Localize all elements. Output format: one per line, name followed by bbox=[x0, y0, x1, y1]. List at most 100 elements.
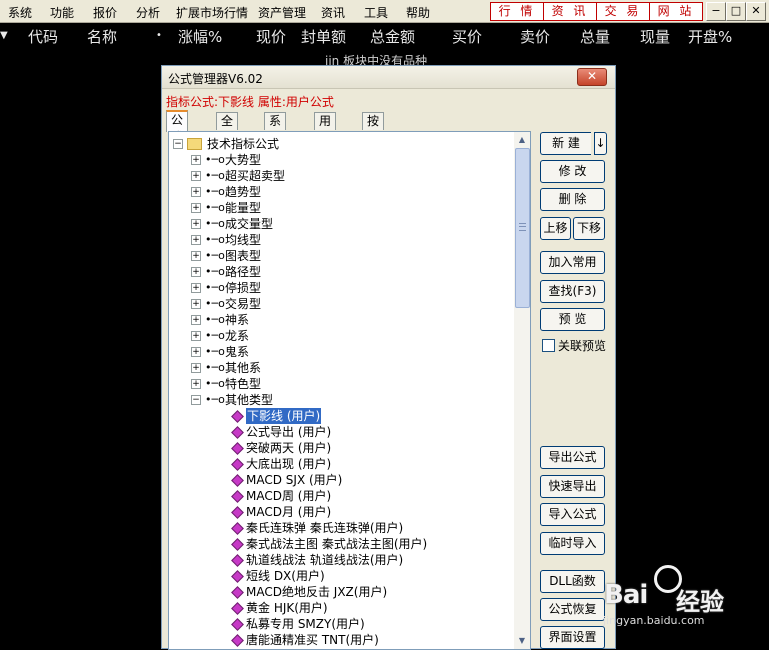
tab-system[interactable]: 系统 bbox=[264, 112, 287, 145]
expand-icon[interactable]: + bbox=[191, 315, 201, 325]
col-volume[interactable]: 总量 bbox=[580, 26, 610, 47]
new-button[interactable]: 新 建 bbox=[540, 132, 591, 155]
expand-icon[interactable]: + bbox=[191, 331, 201, 341]
col-name[interactable]: 名称 bbox=[87, 26, 117, 47]
tree-formula-item[interactable]: 下影线 (用户) bbox=[169, 408, 509, 424]
modify-button[interactable]: 修 改 bbox=[540, 160, 605, 183]
tree-group-item[interactable]: + •─o 龙系 bbox=[169, 328, 509, 344]
tree-group-item[interactable]: + •─o 成交量型 bbox=[169, 216, 509, 232]
expand-icon[interactable]: + bbox=[191, 155, 201, 165]
tree-group-item[interactable]: + •─o 大势型 bbox=[169, 152, 509, 168]
collapse-icon[interactable]: − bbox=[173, 139, 183, 149]
temp-import-button[interactable]: 临时导入 bbox=[540, 532, 605, 555]
link-quotes[interactable]: 行 情 bbox=[490, 2, 544, 21]
move-down-button[interactable]: 下移 bbox=[573, 217, 605, 240]
tree-formula-item[interactable]: MACD月 (用户) bbox=[169, 504, 509, 520]
tree-group-item[interactable]: + •─o 神系 bbox=[169, 312, 509, 328]
col-ask[interactable]: 卖价 bbox=[520, 26, 550, 47]
menu-extended-market[interactable]: 扩展市场行情 bbox=[176, 4, 248, 21]
add-common-button[interactable]: 加入常用 bbox=[540, 251, 605, 274]
tree-scrollbar[interactable]: ▲ ▼ bbox=[514, 132, 530, 649]
tree-group-item[interactable]: + •─o 路径型 bbox=[169, 264, 509, 280]
tab-all[interactable]: 全部 bbox=[216, 112, 239, 145]
menu-news[interactable]: 资讯 bbox=[321, 4, 345, 21]
scroll-up-icon[interactable]: ▲ bbox=[514, 132, 530, 148]
close-window-icon[interactable]: ✕ bbox=[746, 2, 766, 21]
col-price[interactable]: 现价 bbox=[256, 26, 286, 47]
col-open[interactable]: 开盘% bbox=[688, 26, 732, 47]
tree-formula-item[interactable]: MACD周 (用户) bbox=[169, 488, 509, 504]
col-curvol[interactable]: 现量 bbox=[640, 26, 670, 47]
tab-formula-group[interactable]: 公式组 bbox=[166, 110, 189, 161]
tree-formula-item[interactable]: MACD SJX (用户) bbox=[169, 472, 509, 488]
col-code[interactable]: 代码 bbox=[28, 26, 58, 47]
tree-group-item[interactable]: + •─o 停损型 bbox=[169, 280, 509, 296]
menu-system[interactable]: 系统 bbox=[8, 4, 32, 21]
expand-icon[interactable]: + bbox=[191, 219, 201, 229]
scroll-thumb[interactable] bbox=[515, 148, 530, 308]
move-up-button[interactable]: 上移 bbox=[540, 217, 571, 240]
expand-icon[interactable]: + bbox=[191, 251, 201, 261]
link-preview-checkbox[interactable] bbox=[542, 339, 555, 352]
minimize-icon[interactable]: − bbox=[706, 2, 726, 21]
col-amount[interactable]: 总金额 bbox=[370, 26, 415, 47]
tree-formula-item[interactable]: 秦式战法主图 秦式战法主图(用户) bbox=[169, 536, 509, 552]
tree-group-item[interactable]: + •─o 能量型 bbox=[169, 200, 509, 216]
close-icon[interactable]: ✕ bbox=[577, 68, 607, 86]
link-trade[interactable]: 交 易 bbox=[596, 2, 650, 21]
tree-root[interactable]: − 技术指标公式 bbox=[169, 136, 509, 152]
expand-icon[interactable]: + bbox=[191, 283, 201, 293]
delete-button[interactable]: 删 除 bbox=[540, 188, 605, 211]
menu-help[interactable]: 帮助 bbox=[406, 4, 430, 21]
menu-assets[interactable]: 资产管理 bbox=[258, 4, 306, 21]
tree-group-item[interactable]: − •─o 其他类型 bbox=[169, 392, 509, 408]
formula-tree[interactable]: − 技术指标公式 + •─o 大势型 + •─o 超买超卖型 + •─o 趋势型 + •─o 能量型 + •─… bbox=[168, 131, 531, 650]
dll-function-button[interactable]: DLL函数 bbox=[540, 570, 605, 593]
col-change[interactable]: 涨幅% bbox=[178, 26, 222, 47]
ui-settings-button[interactable]: 界面设置 bbox=[540, 626, 605, 649]
menu-analysis[interactable]: 分析 bbox=[136, 4, 160, 21]
collapse-icon[interactable]: − bbox=[191, 395, 201, 405]
tree-group-item[interactable]: + •─o 其他系 bbox=[169, 360, 509, 376]
expand-icon[interactable]: + bbox=[191, 187, 201, 197]
expand-icon[interactable]: + bbox=[191, 267, 201, 277]
expand-icon[interactable]: + bbox=[191, 347, 201, 357]
preview-button[interactable]: 预 览 bbox=[540, 308, 605, 331]
expand-icon[interactable]: + bbox=[191, 379, 201, 389]
expand-icon[interactable]: + bbox=[191, 171, 201, 181]
expand-icon[interactable]: + bbox=[191, 203, 201, 213]
find-button[interactable]: 查找(F3) bbox=[540, 280, 605, 303]
tree-group-item[interactable]: + •─o 鬼系 bbox=[169, 344, 509, 360]
tree-formula-item[interactable]: 唐能通精准买 TNT(用户) bbox=[169, 632, 509, 648]
quick-export-button[interactable]: 快速导出 bbox=[540, 475, 605, 498]
tree-group-item[interactable]: + •─o 趋势型 bbox=[169, 184, 509, 200]
menu-function[interactable]: 功能 bbox=[50, 4, 74, 21]
tree-formula-item[interactable]: 大底出现 (用户) bbox=[169, 456, 509, 472]
tree-formula-item[interactable]: 公式导出 (用户) bbox=[169, 424, 509, 440]
export-formula-button[interactable]: 导出公式 bbox=[540, 446, 605, 469]
tree-group-item[interactable]: + •─o 超买超卖型 bbox=[169, 168, 509, 184]
tree-group-item[interactable]: + •─o 均线型 bbox=[169, 232, 509, 248]
import-formula-button[interactable]: 导入公式 bbox=[540, 503, 605, 526]
tree-group-item[interactable]: + •─o 图表型 bbox=[169, 248, 509, 264]
restore-formula-button[interactable]: 公式恢复 bbox=[540, 598, 605, 621]
dialog-titlebar[interactable]: 公式管理器V6.02 ✕ bbox=[162, 66, 615, 89]
col-bid[interactable]: 买价 bbox=[452, 26, 482, 47]
tree-formula-item[interactable]: 轨道线战法 轨道线战法(用户) bbox=[169, 552, 509, 568]
expand-icon[interactable]: + bbox=[191, 299, 201, 309]
col-seal[interactable]: 封单额 bbox=[301, 26, 346, 47]
tab-by-date[interactable]: 按日期频度 bbox=[362, 112, 385, 196]
link-news[interactable]: 资 讯 bbox=[543, 2, 597, 21]
tree-formula-item[interactable]: 黄金 HJK(用户) bbox=[169, 600, 509, 616]
tree-formula-item[interactable]: 私募专用 SMZY(用户) bbox=[169, 616, 509, 632]
expand-icon[interactable]: + bbox=[191, 363, 201, 373]
link-website[interactable]: 网 站 bbox=[649, 2, 703, 21]
tree-formula-item[interactable]: 秦氏连珠弹 秦氏连珠弹(用户) bbox=[169, 520, 509, 536]
tree-group-item[interactable]: + •─o 交易型 bbox=[169, 296, 509, 312]
menu-tools[interactable]: 工具 bbox=[364, 4, 388, 21]
new-dropdown-icon[interactable]: ↓ bbox=[594, 132, 607, 155]
tree-formula-item[interactable]: 突破两天 (用户) bbox=[169, 440, 509, 456]
menu-quote[interactable]: 报价 bbox=[93, 4, 117, 21]
tab-user[interactable]: 用户 bbox=[314, 112, 337, 145]
tree-formula-item[interactable]: MACD绝地反击 JXZ(用户) bbox=[169, 584, 509, 600]
